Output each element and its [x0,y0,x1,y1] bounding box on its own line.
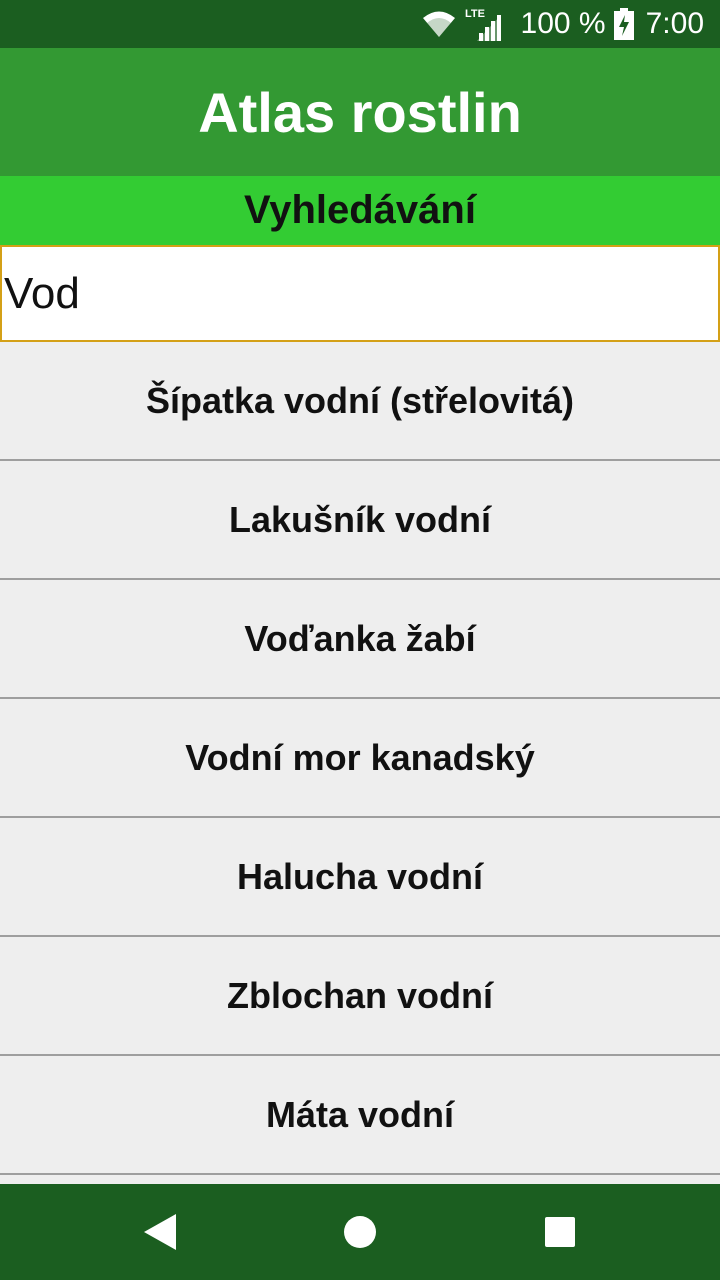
list-item[interactable]: Máta vodní [0,1056,720,1175]
wifi-icon [421,9,457,39]
status-bar: LTE 100 % 7:00 [0,0,720,48]
list-item-label: Šípatka vodní (střelovitá) [145,379,575,421]
back-icon [144,1214,176,1250]
list-item-label: Zblochan vodní [227,974,493,1016]
list-item-label: Máta vodní [265,1093,454,1135]
network-type-label: LTE [465,8,485,20]
section-header: Vyhledávání [0,176,720,245]
search-input[interactable] [0,245,720,342]
battery-percent: 100 % [520,7,606,40]
back-button[interactable] [100,1184,220,1280]
list-item[interactable]: Šípatka vodní (střelovitá) [0,342,720,461]
home-button[interactable] [300,1184,420,1280]
navigation-bar [0,1184,720,1280]
app-title: Atlas rostlin [198,80,522,144]
list-item[interactable] [0,1175,720,1184]
app-bar: Atlas rostlin [0,48,720,176]
list-item[interactable]: Voďanka žabí [0,580,720,699]
list-item[interactable]: Vodní mor kanadský [0,699,720,818]
clock: 7:00 [645,7,704,40]
battery-charging-icon [613,8,634,40]
section-title: Vyhledávání [244,188,476,232]
list-item-label: Halucha vodní [236,855,484,897]
list-item-label: Lakušník vodní [228,498,492,540]
list-item[interactable]: Lakušník vodní [0,461,720,580]
recents-button[interactable] [500,1184,620,1280]
list-item[interactable]: Zblochan vodní [0,937,720,1056]
results-list: Šípatka vodní (střelovitá) Lakušník vodn… [0,342,720,1184]
recents-icon [545,1217,575,1247]
list-item[interactable]: Halucha vodní [0,818,720,937]
cellular-signal-icon: LTE [465,7,505,41]
list-item-label: Voďanka žabí [244,617,476,659]
list-item-label: Vodní mor kanadský [185,736,535,778]
home-icon [344,1216,376,1248]
